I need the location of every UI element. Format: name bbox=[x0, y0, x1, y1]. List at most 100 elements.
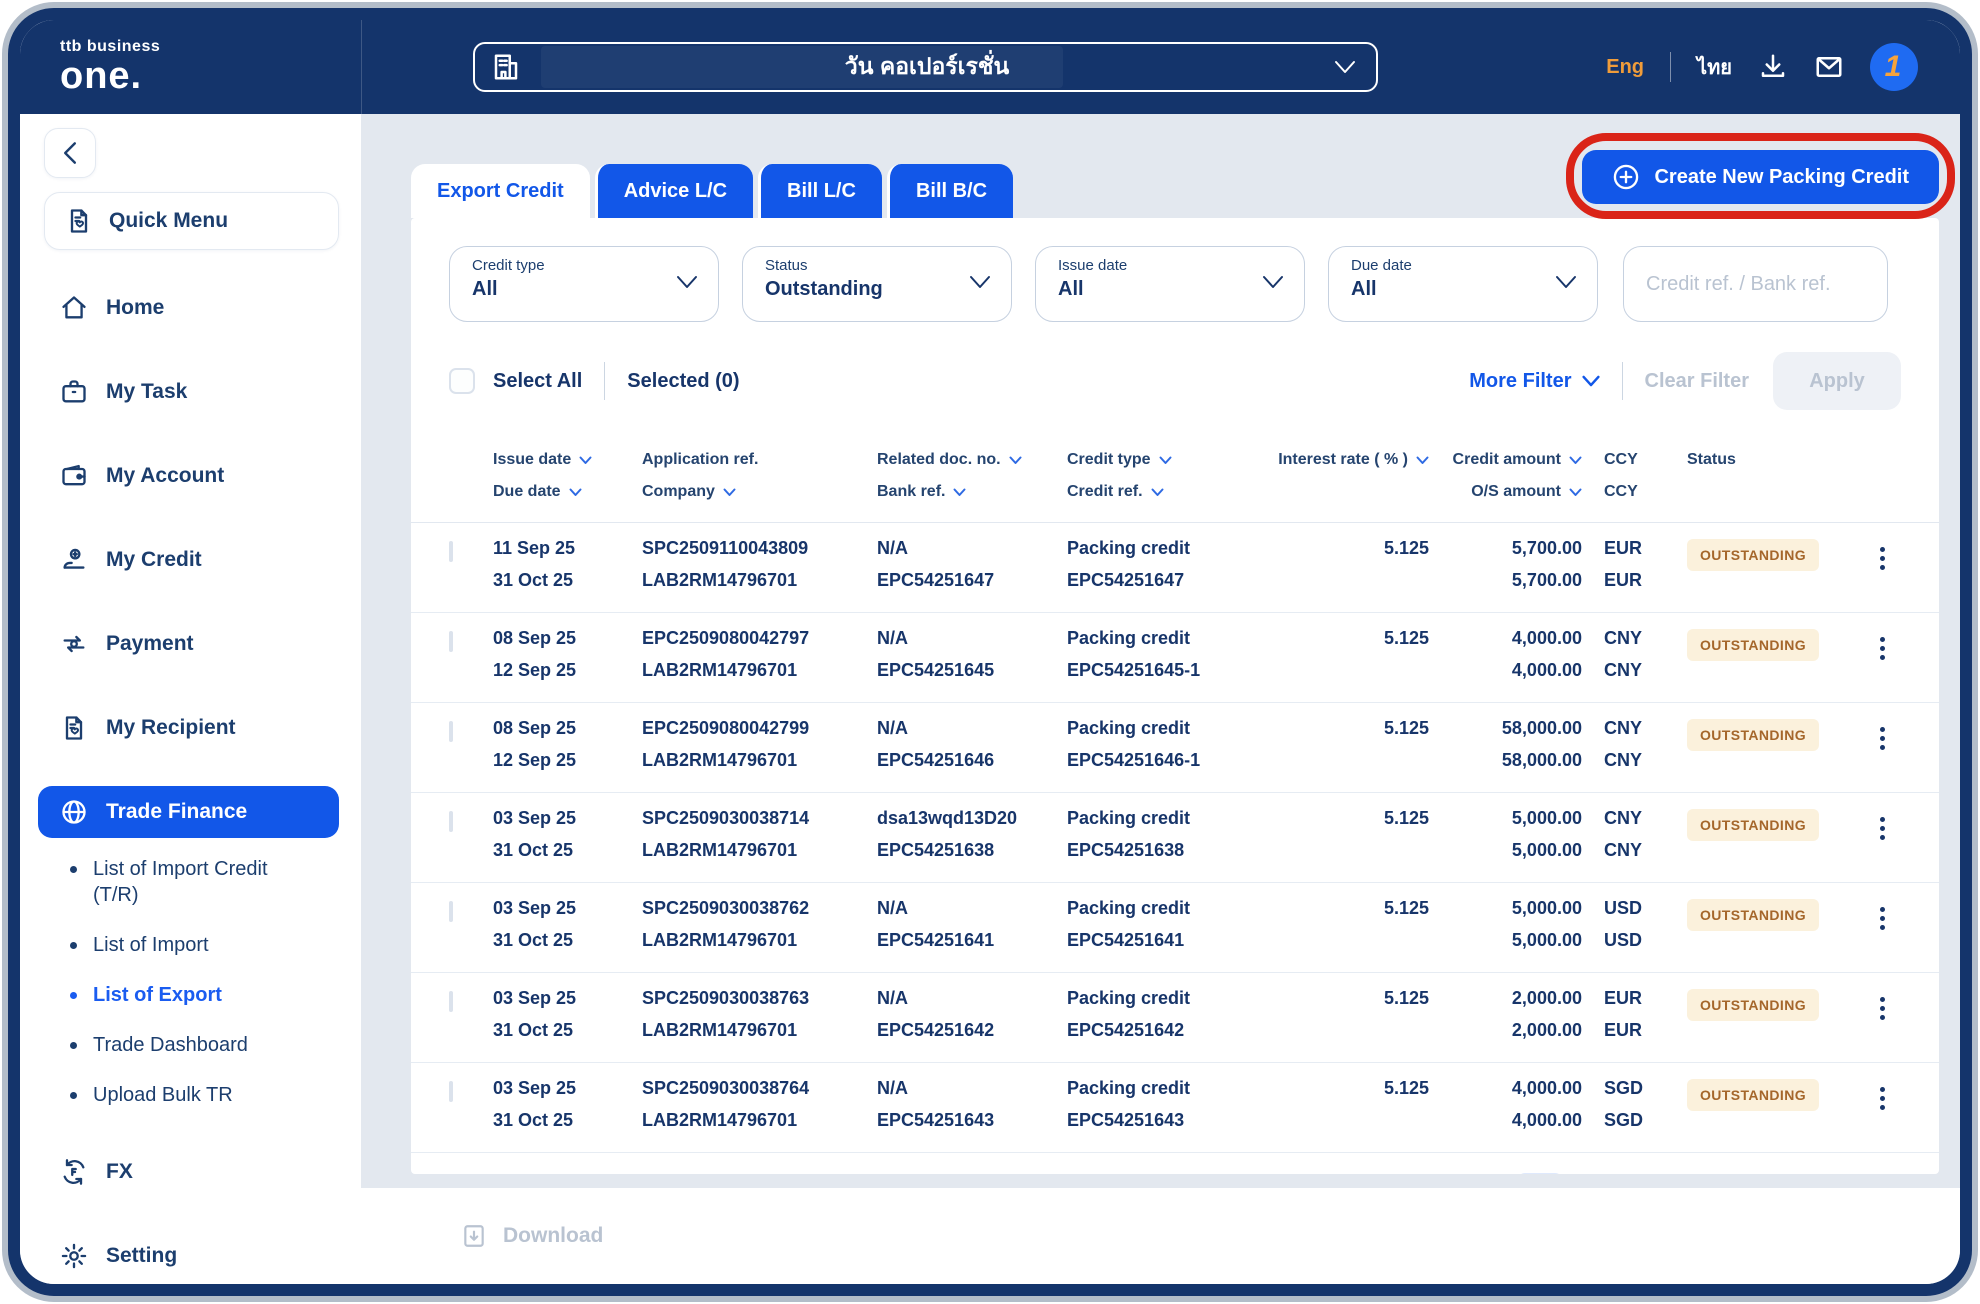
header-label: Due date bbox=[493, 483, 561, 500]
sidebar-item-trade-finance[interactable]: Trade Finance bbox=[38, 786, 339, 838]
download-icon[interactable] bbox=[1758, 52, 1788, 82]
cell-credit-amount: 5,000.00 bbox=[1511, 808, 1582, 828]
sidebar-menu: Home My Task My Account My Credit Paymen… bbox=[38, 282, 339, 1282]
apply-button[interactable]: Apply bbox=[1773, 352, 1901, 410]
cell-due-date: 31 Oct 25 bbox=[493, 840, 574, 860]
tab-bill-bc[interactable]: Bill B/C bbox=[886, 164, 1014, 218]
row-checkbox[interactable] bbox=[449, 541, 453, 562]
document-heart-icon bbox=[65, 716, 83, 740]
tab-export-credit[interactable]: Export Credit bbox=[411, 164, 590, 218]
sidebar-item-fx[interactable]: FX bbox=[44, 1146, 339, 1198]
sidebar-item-label: My Account bbox=[106, 464, 225, 487]
select-all-checkbox[interactable] bbox=[449, 368, 475, 394]
header-label: Credit ref. bbox=[1067, 483, 1143, 500]
sidebar-subitem-label: Upload Bulk TR bbox=[93, 1084, 233, 1106]
sidebar-item-label: FX bbox=[106, 1160, 133, 1183]
row-checkbox[interactable] bbox=[449, 991, 453, 1012]
sort-os-amount[interactable]: O/S amount bbox=[1429, 476, 1582, 508]
page-number-5[interactable]: 5 bbox=[1733, 1173, 1779, 1174]
row-checkbox[interactable] bbox=[449, 1081, 453, 1102]
company-selector[interactable]: วัน คอเปอร์เรชั่น bbox=[472, 42, 1378, 92]
sidebar-subitem-upload-bulk-tr[interactable]: Upload Bulk TR bbox=[44, 1070, 339, 1120]
kebab-menu-icon[interactable] bbox=[1872, 633, 1893, 664]
cell-os-amount: 5,000.00 bbox=[1511, 930, 1582, 950]
kebab-menu-icon[interactable] bbox=[1872, 543, 1893, 574]
credit-ref-search-box bbox=[1623, 246, 1888, 322]
cell-company: LAB2RM14796701 bbox=[642, 1020, 798, 1040]
chevron-down-icon bbox=[1581, 375, 1600, 387]
sidebar-item-my-recipient[interactable]: My Recipient bbox=[44, 702, 339, 754]
sidebar: Quick Menu Home My Task My Account My Cr… bbox=[20, 114, 361, 1284]
sort-company[interactable]: Company bbox=[642, 476, 877, 508]
cell-due-date: 12 Sep 25 bbox=[493, 660, 577, 680]
page-number-4[interactable]: 4 bbox=[1679, 1173, 1725, 1174]
lang-divider bbox=[1670, 52, 1672, 82]
filter-due-date[interactable]: Due date All bbox=[1328, 246, 1598, 322]
sidebar-subitem-list-of-import-credit[interactable]: List of Import Credit (T/R) bbox=[44, 844, 339, 920]
sidebar-item-my-account[interactable]: My Account bbox=[44, 450, 339, 502]
page-number-6[interactable]: 6 bbox=[1815, 1173, 1861, 1174]
kebab-menu-icon[interactable] bbox=[1872, 723, 1893, 754]
row-checkbox[interactable] bbox=[449, 631, 453, 652]
page-number-3[interactable]: 3 bbox=[1625, 1173, 1671, 1174]
lang-eng-toggle[interactable]: Eng bbox=[1606, 56, 1644, 79]
filter-credit-type[interactable]: Credit type All bbox=[449, 246, 719, 322]
sort-interest-rate[interactable]: Interest rate ( % ) bbox=[1257, 444, 1429, 476]
sidebar-item-setting[interactable]: Setting bbox=[44, 1230, 339, 1282]
bullet-dot bbox=[70, 1042, 77, 1049]
sort-bank-ref[interactable]: Bank ref. bbox=[877, 476, 1067, 508]
sort-credit-type[interactable]: Credit type bbox=[1067, 444, 1257, 476]
tab-bill-lc[interactable]: Bill L/C bbox=[758, 164, 882, 218]
tab-advice-lc[interactable]: Advice L/C bbox=[594, 164, 754, 218]
header-empty bbox=[1257, 476, 1429, 508]
sort-credit-amount[interactable]: Credit amount bbox=[1429, 444, 1582, 476]
sidebar-item-quick-menu[interactable]: Quick Menu bbox=[44, 192, 339, 250]
kebab-menu-icon[interactable] bbox=[1872, 993, 1893, 1024]
sort-related-doc-no[interactable]: Related doc. no. bbox=[877, 444, 1067, 476]
sidebar-item-label: Payment bbox=[106, 632, 194, 655]
page-number-1[interactable]: 1 bbox=[1517, 1173, 1564, 1174]
kebab-menu-icon[interactable] bbox=[1872, 903, 1893, 934]
sidebar-subitem-list-of-export[interactable]: List of Export bbox=[44, 970, 339, 1020]
building-icon bbox=[494, 54, 517, 80]
cell-issue-date: 03 Sep 25 bbox=[493, 1078, 577, 1098]
row-checkbox[interactable] bbox=[449, 811, 453, 832]
sidebar-collapse-button[interactable] bbox=[44, 128, 96, 178]
download-button[interactable]: Download bbox=[461, 1223, 603, 1249]
sort-issue-date[interactable]: Issue date bbox=[493, 444, 642, 476]
row-checkbox[interactable] bbox=[449, 901, 453, 922]
more-filter-button[interactable]: More Filter bbox=[1469, 370, 1600, 393]
avatar[interactable]: 1 bbox=[1870, 43, 1918, 91]
sidebar-item-my-task[interactable]: My Task bbox=[44, 366, 339, 418]
sidebar-item-label: Home bbox=[106, 296, 165, 319]
sidebar-subitem-list-of-import[interactable]: List of Import bbox=[44, 920, 339, 970]
exchange-arrows-icon bbox=[63, 635, 85, 653]
filter-issue-date[interactable]: Issue date All bbox=[1035, 246, 1305, 322]
status-badge: OUTSTANDING bbox=[1687, 899, 1820, 931]
chevron-down-icon bbox=[1556, 276, 1576, 288]
create-new-packing-credit-button[interactable]: Create New Packing Credit bbox=[1582, 150, 1939, 204]
sort-due-date[interactable]: Due date bbox=[493, 476, 642, 508]
clear-filter-button[interactable]: Clear Filter bbox=[1645, 370, 1749, 393]
cell-credit-amount: 4,000.00 bbox=[1511, 628, 1582, 648]
create-button-label: Create New Packing Credit bbox=[1654, 165, 1909, 188]
sidebar-item-payment[interactable]: Payment bbox=[44, 618, 339, 670]
table-row: 08 Sep 25 12 Sep 25 EPC2509080042799 LAB… bbox=[411, 703, 1939, 793]
kebab-menu-icon[interactable] bbox=[1872, 813, 1893, 844]
filter-status[interactable]: Status Outstanding bbox=[742, 246, 1012, 322]
mail-icon[interactable] bbox=[1814, 52, 1844, 82]
lang-thai-toggle[interactable]: ไทย bbox=[1697, 51, 1732, 83]
cell-credit-type: Packing credit bbox=[1067, 808, 1191, 828]
sidebar-subitem-trade-dashboard[interactable]: Trade Dashboard bbox=[44, 1020, 339, 1070]
cell-credit-amount: 58,000.00 bbox=[1501, 718, 1582, 738]
cell-os-ccy: CNY bbox=[1604, 660, 1643, 680]
sidebar-item-home[interactable]: Home bbox=[44, 282, 339, 334]
sort-credit-ref[interactable]: Credit ref. bbox=[1067, 476, 1257, 508]
page-number-2[interactable]: 2 bbox=[1571, 1173, 1617, 1174]
sidebar-item-my-credit[interactable]: My Credit bbox=[44, 534, 339, 586]
cell-company: LAB2RM14796701 bbox=[642, 570, 798, 590]
kebab-menu-icon[interactable] bbox=[1872, 1083, 1893, 1114]
cell-issue-date: 08 Sep 25 bbox=[493, 718, 577, 738]
row-checkbox[interactable] bbox=[449, 721, 453, 742]
credit-ref-search-input[interactable] bbox=[1624, 247, 1887, 321]
